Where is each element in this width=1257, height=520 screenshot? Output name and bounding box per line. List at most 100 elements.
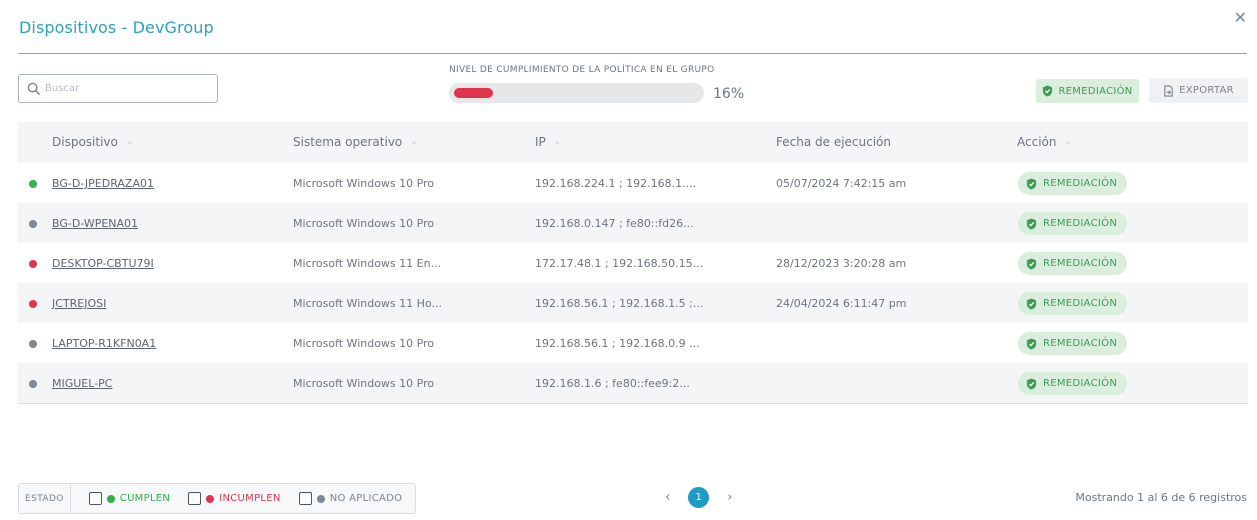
compliance-progress-fill — [454, 88, 493, 98]
status-legend: ESTADO CUMPLEN INCUMPLEN NO APLICADO — [18, 483, 416, 514]
shield-check-icon — [1026, 258, 1037, 269]
records-count: Mostrando 1 al 6 de 6 registros — [1075, 491, 1247, 504]
shield-check-icon — [1026, 178, 1037, 189]
os-cell: Microsoft Windows 11 En... — [293, 257, 442, 270]
date-cell: 28/12/2023 3:20:28 am — [776, 257, 907, 270]
column-header-action[interactable]: Acción ⌄ — [1017, 135, 1072, 149]
remediation-action-label: REMEDIACIÓN — [1043, 178, 1118, 189]
table-row: DESKTOP-CBTU79I Microsoft Windows 11 En..… — [18, 243, 1248, 283]
checkbox[interactable] — [298, 492, 312, 505]
column-header-os[interactable]: Sistema operativo ⌄ — [293, 135, 418, 149]
shield-check-icon — [1026, 298, 1037, 309]
os-cell: Microsoft Windows 11 Ho... — [293, 297, 442, 310]
device-link[interactable]: JCTREJOSI — [52, 297, 106, 310]
status-legend-label: ESTADO — [19, 484, 71, 513]
table-row: BG-D-JPEDRAZA01 Microsoft Windows 10 Pro 1… — [18, 163, 1248, 203]
ip-cell: 172.17.48.1 ; 192.168.50.15... — [535, 257, 704, 270]
ip-cell: 192.168.56.1 ; 192.168.1.5 ;... — [535, 297, 704, 310]
search-input[interactable] — [45, 83, 205, 94]
title-divider — [18, 53, 1247, 54]
next-page-icon[interactable]: › — [727, 490, 732, 505]
compliance-progress-bar — [449, 83, 704, 103]
checkbox[interactable] — [88, 492, 102, 505]
status-dot — [29, 220, 37, 228]
shield-check-icon — [1026, 338, 1037, 349]
remediation-action-label: REMEDIACIÓN — [1043, 218, 1118, 229]
chevron-down-icon: ⌄ — [1064, 137, 1073, 147]
ip-cell: 192.168.1.6 ; fe80::fee9:2... — [535, 377, 690, 390]
filter-label: INCUMPLEN — [219, 493, 281, 504]
remediation-button-label: REMEDIACIÓN — [1058, 85, 1133, 97]
page-number[interactable]: 1 — [688, 487, 710, 508]
remediation-action-label: REMEDIACIÓN — [1043, 338, 1118, 349]
pagination: ‹ 1 › — [665, 487, 732, 508]
chevron-down-icon: ⌄ — [410, 137, 418, 147]
date-cell: 05/07/2024 7:42:15 am — [776, 177, 907, 190]
os-cell: Microsoft Windows 10 Pro — [293, 337, 435, 350]
remediation-action-label: REMEDIACIÓN — [1043, 298, 1118, 309]
remediation-action-button[interactable]: REMEDIACIÓN — [1018, 252, 1127, 275]
status-dot — [29, 380, 37, 388]
filter-cumplen[interactable]: CUMPLEN — [88, 492, 171, 505]
filter-no-aplicado[interactable]: NO APLICADO — [298, 492, 403, 505]
status-dot — [206, 494, 215, 503]
table-row: JCTREJOSI Microsoft Windows 11 Ho... 192.1… — [18, 283, 1248, 323]
status-dot — [29, 300, 37, 308]
status-dot — [316, 494, 325, 503]
remediation-action-button[interactable]: REMEDIACIÓN — [1018, 372, 1127, 395]
device-link[interactable]: BG-D-JPEDRAZA01 — [52, 177, 154, 190]
column-label: Dispositivo — [52, 135, 118, 149]
filter-label: CUMPLEN — [119, 493, 171, 504]
prev-page-icon[interactable]: ‹ — [665, 490, 670, 505]
remediation-action-button[interactable]: REMEDIACIÓN — [1018, 172, 1127, 195]
devices-table: Dispositivo ⌄ Sistema operativo ⌄ IP ⌄ Fech… — [18, 122, 1248, 404]
export-button[interactable]: EXPORTAR — [1149, 78, 1248, 103]
checkbox[interactable] — [188, 492, 202, 505]
os-cell: Microsoft Windows 10 Pro — [293, 177, 435, 190]
shield-check-icon — [1026, 218, 1037, 229]
compliance-value: 16% — [713, 86, 745, 102]
chevron-down-icon: ⌄ — [553, 137, 562, 147]
export-button-label: EXPORTAR — [1179, 85, 1234, 96]
filter-incumplen[interactable]: INCUMPLEN — [188, 492, 280, 505]
device-link[interactable]: MIGUEL-PC — [52, 377, 112, 390]
device-link[interactable]: BG-D-WPENA01 — [52, 217, 138, 230]
dialog-title: Dispositivos - DevGroup — [19, 18, 214, 37]
remediation-action-label: REMEDIACIÓN — [1043, 378, 1118, 389]
remediation-action-button[interactable]: REMEDIACIÓN — [1018, 292, 1127, 315]
ip-cell: 192.168.0.147 ; fe80::fd26... — [535, 217, 694, 230]
column-label: Acción — [1017, 135, 1057, 149]
device-link[interactable]: LAPTOP-R1KFN0A1 — [52, 337, 156, 350]
shield-check-icon — [1043, 85, 1053, 97]
remediation-action-button[interactable]: REMEDIACIÓN — [1018, 212, 1127, 235]
close-icon[interactable]: ✕ — [1234, 8, 1247, 27]
table-row: BG-D-WPENA01 Microsoft Windows 10 Pro 192.… — [18, 203, 1248, 243]
table-header: Dispositivo ⌄ Sistema operativo ⌄ IP ⌄ Fech… — [18, 122, 1248, 163]
remediation-action-button[interactable]: REMEDIACIÓN — [1018, 332, 1127, 355]
column-label: Fecha de ejecución — [776, 135, 891, 149]
table-body: BG-D-JPEDRAZA01 Microsoft Windows 10 Pro 1… — [18, 163, 1248, 403]
device-link[interactable]: DESKTOP-CBTU79I — [52, 257, 154, 270]
export-icon — [1164, 84, 1173, 97]
ip-cell: 192.168.224.1 ; 192.168.1.... — [535, 177, 697, 190]
compliance-label: NIVEL DE CUMPLIMIENTO DE LA POLÍTICA EN … — [449, 65, 715, 75]
remediation-action-label: REMEDIACIÓN — [1043, 258, 1118, 269]
column-label: Sistema operativo — [293, 135, 403, 149]
search-box[interactable] — [18, 74, 218, 103]
status-dot — [29, 180, 37, 188]
remediation-button[interactable]: REMEDIACIÓN — [1036, 79, 1139, 103]
column-header-ip[interactable]: IP ⌄ — [535, 135, 561, 149]
column-label: IP — [535, 135, 546, 149]
filter-label: NO APLICADO — [329, 493, 403, 504]
column-header-date: Fecha de ejecución — [776, 135, 891, 149]
table-row: MIGUEL-PC Microsoft Windows 10 Pro 192.168… — [18, 363, 1248, 403]
os-cell: Microsoft Windows 10 Pro — [293, 217, 435, 230]
ip-cell: 192.168.56.1 ; 192.168.0.9 ... — [535, 337, 700, 350]
column-header-device[interactable]: Dispositivo ⌄ — [52, 135, 133, 149]
status-dot — [29, 340, 37, 348]
table-row: LAPTOP-R1KFN0A1 Microsoft Windows 10 Pro 1… — [18, 323, 1248, 363]
os-cell: Microsoft Windows 10 Pro — [293, 377, 435, 390]
status-dot — [29, 260, 37, 268]
date-cell: 24/04/2024 6:11:47 pm — [776, 297, 907, 310]
status-dot — [106, 494, 115, 503]
